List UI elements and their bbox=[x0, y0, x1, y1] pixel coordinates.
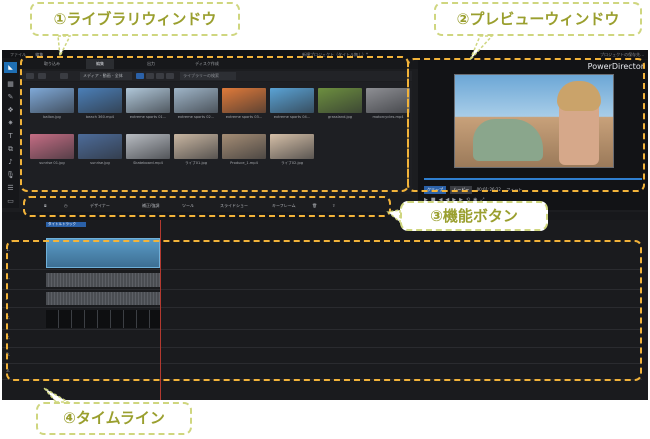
chapter-room-icon[interactable]: ☰ bbox=[6, 184, 15, 192]
app-logo-icon: ◣ bbox=[4, 62, 17, 73]
callout-library: ①ライブラリウィンドウ bbox=[30, 2, 240, 36]
callout-buttons: ③機能ボタン bbox=[400, 201, 548, 231]
subtitle-room-icon[interactable]: ▭ bbox=[6, 197, 15, 205]
particle-room-icon[interactable]: ✷ bbox=[6, 119, 15, 127]
pip-room-icon[interactable]: ❖ bbox=[6, 106, 15, 114]
library-highlight bbox=[20, 56, 409, 192]
fx-room-icon[interactable]: ✎ bbox=[6, 93, 15, 101]
buttons-highlight bbox=[23, 196, 391, 217]
transition-room-icon[interactable]: ⧉ bbox=[6, 145, 15, 153]
audio-room-icon[interactable]: ♪ bbox=[6, 158, 15, 166]
room-toolbar: ◣ ▦ ✎ ❖ ✷ T ⧉ ♪ 🎙 ☰ ▭ bbox=[2, 58, 19, 208]
media-room-icon[interactable]: ▦ bbox=[6, 80, 15, 88]
voice-room-icon[interactable]: 🎙 bbox=[6, 171, 15, 179]
preview-highlight bbox=[407, 58, 645, 192]
callout-timeline: ④タイムライン bbox=[36, 402, 192, 435]
track-tag: タイトルトラック bbox=[46, 222, 86, 227]
timeline-highlight bbox=[6, 240, 642, 381]
callout-preview: ②プレビューウィンドウ bbox=[434, 2, 642, 36]
title-room-icon[interactable]: T bbox=[6, 132, 15, 140]
